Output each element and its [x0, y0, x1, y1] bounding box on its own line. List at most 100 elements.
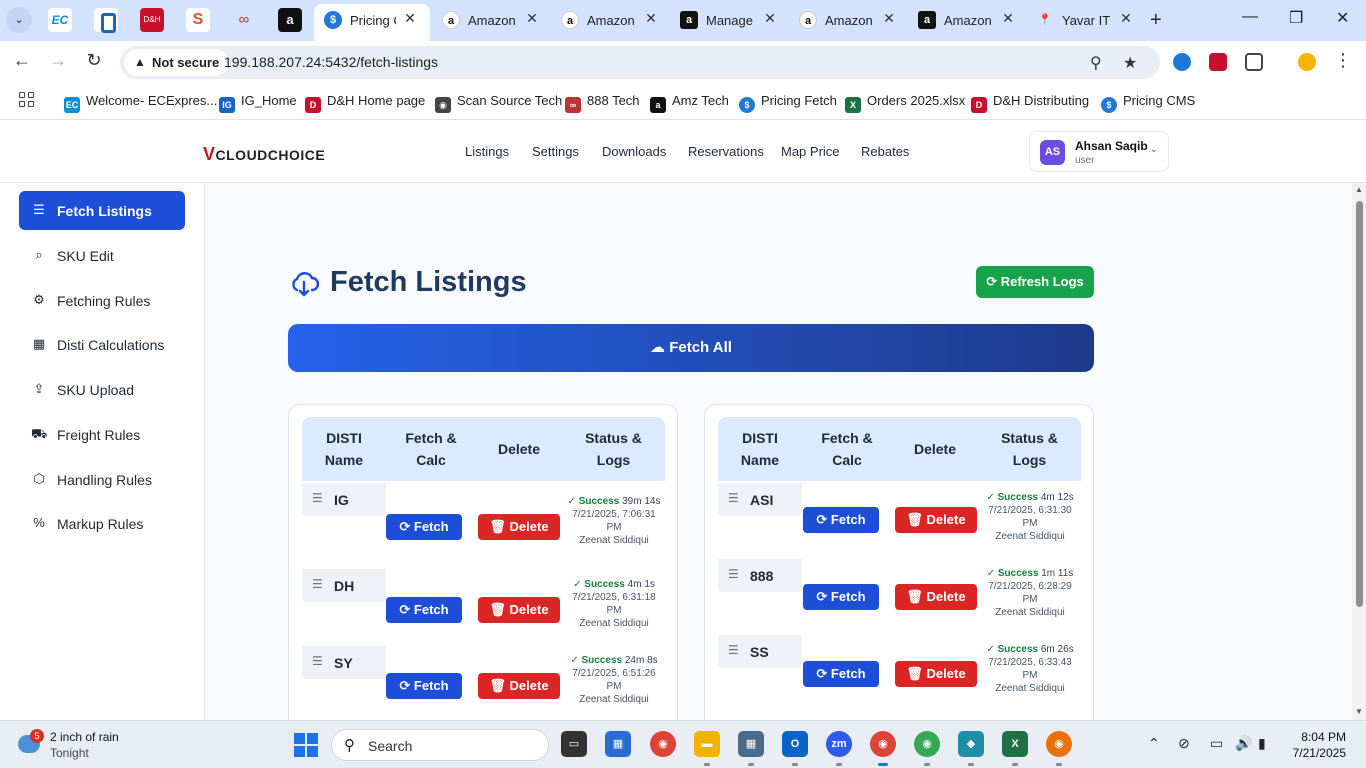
display-icon[interactable]: ▭ [1210, 735, 1223, 752]
fetch-button[interactable]: ⟳ Fetch [386, 597, 462, 623]
tab-pricing[interactable]: $ Pricing C ✕ [324, 6, 420, 35]
clock-date[interactable]: 7/21/2025 [1282, 746, 1346, 760]
delete-button[interactable]: 🗑 Delete [478, 673, 560, 699]
user-menu[interactable]: AS Ahsan Saqib user ⌄ [1029, 131, 1169, 172]
nav-reservations[interactable]: Reservations [688, 144, 764, 159]
chevron-up-icon[interactable]: ⌃ [1148, 735, 1160, 752]
close-icon[interactable]: ✕ [400, 10, 420, 27]
sidebar-item-freight-rules[interactable]: ⛟ Freight Rules [19, 415, 185, 454]
delete-button[interactable]: 🗑 Delete [895, 661, 977, 687]
store-icon[interactable]: ▦ [605, 731, 631, 757]
zoom-icon[interactable]: ⚲ [1090, 53, 1102, 73]
sidebar-item-fetch-listings[interactable]: ☰ Fetch Listings [19, 191, 185, 230]
bookmark-star-icon[interactable]: ★ [1123, 53, 1137, 73]
refresh-logs-button[interactable]: ⟳ Refresh Logs [976, 266, 1094, 298]
back-arrow-icon[interactable]: ← [10, 50, 34, 71]
page-scrollbar[interactable]: ▲ ▼ [1352, 183, 1366, 720]
network-offline-icon[interactable]: ⊘ [1178, 735, 1190, 752]
tab-amazon-3[interactable]: a Amazon ✕ [799, 6, 899, 35]
close-icon[interactable]: ✕ [522, 10, 542, 27]
bookmark-pricing-fetch[interactable]: $ Pricing Fetch [739, 93, 837, 113]
bookmark-amz-tech[interactable]: a Amz Tech [650, 93, 729, 113]
fetch-button[interactable]: ⟳ Fetch [803, 661, 879, 687]
fetch-button[interactable]: ⟳ Fetch [803, 507, 879, 533]
close-window-button[interactable]: ✕ [1336, 8, 1349, 28]
nav-downloads[interactable]: Downloads [602, 144, 666, 159]
url-text[interactable]: 199.188.207.24:5432/fetch-listings [224, 54, 438, 70]
maximize-button[interactable]: ❐ [1289, 8, 1303, 28]
pinned-tab-ig[interactable] [94, 8, 118, 33]
forward-arrow-icon[interactable]: → [46, 50, 70, 71]
weather-title[interactable]: 2 inch of rain [50, 730, 119, 744]
calculator-icon[interactable]: ▦ [738, 731, 764, 757]
chevron-down-icon[interactable]: ⌄ [6, 7, 32, 33]
battery-icon[interactable]: ▮ [1258, 735, 1266, 752]
reload-icon[interactable]: ↻ [82, 50, 106, 71]
scroll-down-arrow-icon[interactable]: ▼ [1355, 707, 1363, 716]
volume-icon[interactable]: 🔊 [1235, 735, 1252, 752]
nav-map-price[interactable]: Map Price [781, 144, 840, 159]
bookmark-ecexpress[interactable]: EC Welcome- ECExpres... [64, 93, 217, 113]
zoom-app-icon[interactable]: zm [826, 731, 852, 757]
chrome-profile-3-icon[interactable]: ◉ [1046, 731, 1072, 757]
app-icon[interactable]: ◆ [958, 731, 984, 757]
cloudchoice-logo[interactable]: VCLOUDCHOICE [203, 144, 325, 165]
apps-grid-icon[interactable] [19, 92, 35, 108]
fetch-all-button[interactable]: ☁ Fetch All [288, 324, 1094, 372]
close-icon[interactable]: ✕ [879, 10, 899, 27]
bookmark-dh-distributing[interactable]: D D&H Distributing [971, 93, 1089, 113]
bookmark-ig-home[interactable]: IG IG_Home [219, 93, 297, 113]
sidebar-item-sku-upload[interactable]: ⇪ SKU Upload [19, 370, 185, 409]
not-secure-badge[interactable]: Not secure [124, 49, 230, 76]
weather-subtitle[interactable]: Tonight [50, 746, 89, 760]
file-explorer-icon[interactable]: ▬ [694, 731, 720, 757]
clock-time[interactable]: 8:04 PM [1300, 730, 1346, 744]
close-icon[interactable]: ✕ [1116, 10, 1136, 27]
delete-button[interactable]: 🗑 Delete [478, 597, 560, 623]
chrome-profile-icon[interactable]: ◉ [870, 731, 896, 757]
close-icon[interactable]: ✕ [641, 10, 661, 27]
bookmark-pricing-cms[interactable]: $ Pricing CMS [1101, 93, 1195, 113]
delete-button[interactable]: 🗑 Delete [895, 507, 977, 533]
pinned-tab-dh[interactable]: D&H [140, 8, 164, 32]
address-bar[interactable]: Not secure 199.188.207.24:5432/fetch-lis… [120, 46, 1160, 79]
pdf-extension-icon[interactable] [1209, 53, 1227, 71]
bookmark-orders-xlsx[interactable]: X Orders 2025.xlsx [845, 93, 965, 113]
sidebar-item-handling-rules[interactable]: ⬡ Handling Rules [19, 460, 185, 499]
windows-start-icon[interactable] [294, 733, 318, 757]
nav-rebates[interactable]: Rebates [861, 144, 909, 159]
fetch-button[interactable]: ⟳ Fetch [803, 584, 879, 610]
tab-amazon-2[interactable]: a Amazon ✕ [561, 6, 661, 35]
new-tab-button[interactable]: + [1150, 9, 1162, 32]
nav-listings[interactable]: Listings [465, 144, 509, 159]
pinned-tab-scansource[interactable]: S [186, 8, 210, 32]
fetch-button[interactable]: ⟳ Fetch [386, 673, 462, 699]
pinned-tab-amazon[interactable]: a [278, 8, 302, 32]
task-view-icon[interactable]: ▭ [561, 731, 587, 757]
scroll-thumb[interactable] [1356, 201, 1363, 607]
pinned-tab-ec-express[interactable]: EC [48, 8, 72, 32]
kebab-menu-icon[interactable]: ⋮ [1331, 50, 1355, 71]
nav-settings[interactable]: Settings [532, 144, 579, 159]
sidebar-item-disti-calculations[interactable]: ▦ Disti Calculations [19, 325, 185, 364]
excel-icon[interactable]: X [1002, 731, 1028, 757]
profile-avatar-icon[interactable] [1298, 53, 1316, 71]
tab-amazon-4[interactable]: a Amazon ✕ [918, 6, 1018, 35]
chrome-profile-2-icon[interactable]: ◉ [914, 731, 940, 757]
outlook-icon[interactable]: O [782, 731, 808, 757]
scroll-up-arrow-icon[interactable]: ▲ [1355, 185, 1363, 194]
close-icon[interactable]: ✕ [760, 10, 780, 27]
tab-manage[interactable]: a Manage ✕ [680, 6, 780, 35]
sidebar-item-fetching-rules[interactable]: ⚙ Fetching Rules [19, 281, 185, 320]
taskbar-search[interactable]: ⚲ Search [331, 729, 549, 761]
extensions-puzzle-icon[interactable] [1245, 53, 1263, 71]
chrome-icon[interactable]: ◉ [650, 731, 676, 757]
extension-icon[interactable] [1173, 53, 1191, 71]
close-icon[interactable]: ✕ [998, 10, 1018, 27]
delete-button[interactable]: 🗑 Delete [895, 584, 977, 610]
bookmark-888-tech[interactable]: ∞ 888 Tech [565, 93, 640, 113]
delete-button[interactable]: 🗑 Delete [478, 514, 560, 540]
minimize-button[interactable]: — [1242, 8, 1258, 26]
fetch-button[interactable]: ⟳ Fetch [386, 514, 462, 540]
bookmark-dh-home[interactable]: D D&H Home page [305, 93, 425, 113]
